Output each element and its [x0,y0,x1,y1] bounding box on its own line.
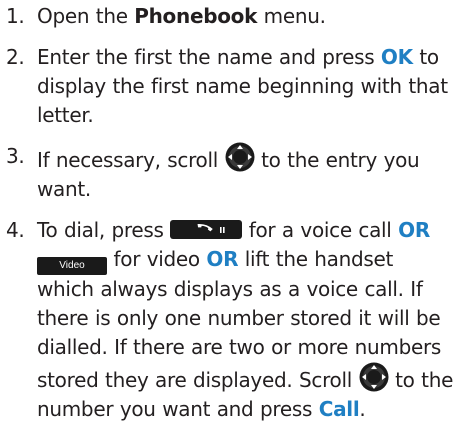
instruction-steps: 1. Open the Phonebook menu. 2. Enter the… [0,0,456,424]
step-text: Enter the first the name and press [37,45,381,69]
phonebook-menu-label: Phonebook [134,4,258,28]
call-key-icon [170,220,243,239]
step-number: 1. [6,4,25,28]
step-1: 1. Open the Phonebook menu. [0,2,456,31]
step-text: To dial, press [37,218,171,242]
step-text: for video [107,247,207,271]
or-label: OR [398,218,430,242]
or-label: OR [206,247,239,271]
step-text: menu. [257,4,326,28]
step-text: . [359,397,366,421]
step-number: 3. [6,144,25,168]
step-number: 2. [6,45,25,69]
navigation-key-icon [225,142,255,172]
step-2: 2. Enter the first the name and press OK… [0,43,456,130]
ok-key-label: OK [380,45,413,69]
call-key-label: Call [318,397,360,421]
step-4: 4. To dial, press for a voice call OR Vi… [0,216,456,424]
step-text: If necessary, scroll [37,148,225,172]
navigation-key-icon [359,362,389,392]
step-number: 4. [6,218,25,242]
step-text: Open the [37,4,135,28]
step-text: for a voice call [242,218,399,242]
video-key-icon: Video [37,257,107,275]
step-3: 3. If necessary, scroll to the entry you… [0,142,456,204]
